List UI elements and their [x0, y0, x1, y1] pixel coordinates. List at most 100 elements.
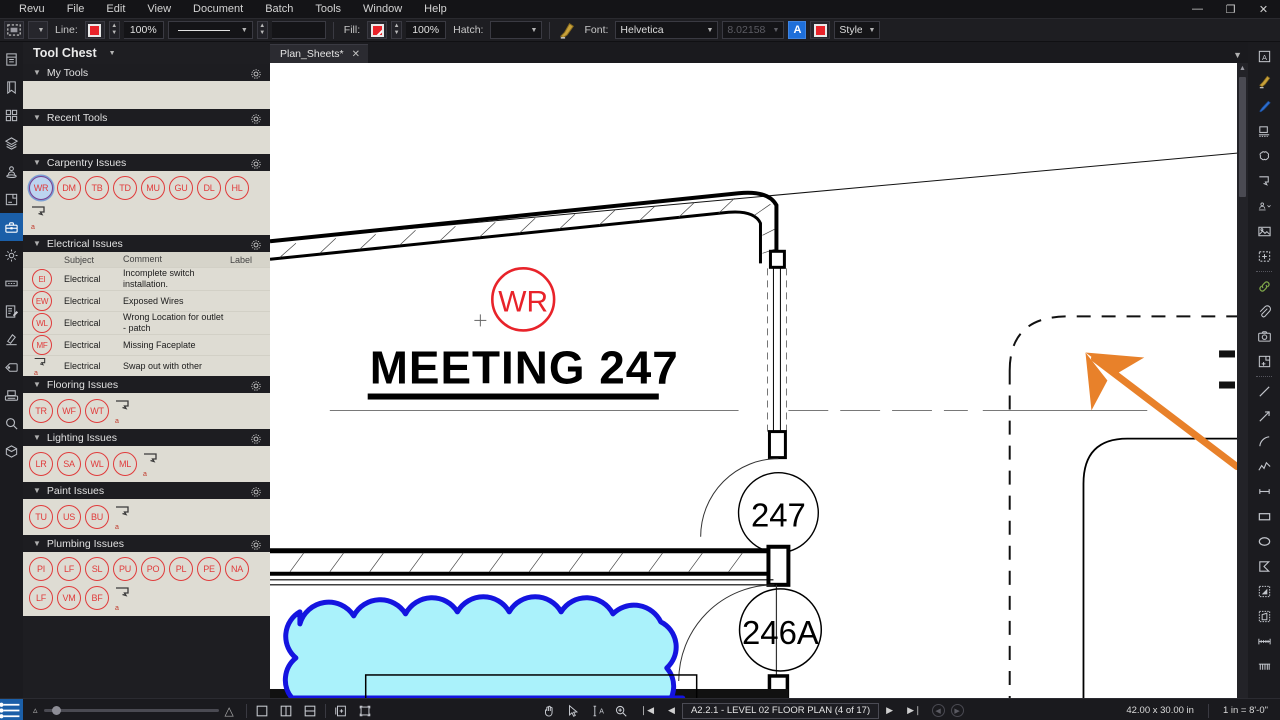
- stamp-tool[interactable]: PI: [29, 557, 53, 581]
- row-stamp-icon[interactable]: WL: [23, 313, 61, 333]
- stamp-tool[interactable]: MF: [32, 335, 52, 355]
- tags-icon[interactable]: [0, 353, 23, 381]
- polygon-tool-icon[interactable]: [1249, 554, 1279, 579]
- line-width-stepper[interactable]: ▲ ▼: [256, 21, 268, 39]
- area-measurement-icon[interactable]: [1249, 579, 1279, 604]
- stamp-tool[interactable]: HL: [225, 176, 249, 200]
- group-header-electrical-issues[interactable]: ▼ Electrical Issues: [23, 235, 270, 252]
- stamp-tool[interactable]: VM: [57, 586, 81, 610]
- menu-help[interactable]: Help: [413, 0, 458, 18]
- stamp-tool[interactable]: PU: [113, 557, 137, 581]
- stamp-tool[interactable]: TB: [85, 176, 109, 200]
- stamp-tool[interactable]: EW: [32, 291, 52, 311]
- chevron-down-icon[interactable]: ▼: [1233, 50, 1242, 60]
- flag-callout-tool-icon[interactable]: a: [32, 356, 52, 377]
- next-page-button[interactable]: ▶: [879, 705, 900, 716]
- fill-color-swatch[interactable]: [367, 21, 388, 39]
- group-header-paint-issues[interactable]: ▼ Paint Issues: [23, 482, 270, 499]
- scroll-up-icon[interactable]: ▲: [1239, 63, 1246, 75]
- group-body-carpentry-issues[interactable]: WR DM TB TD MU GU DL HL a: [23, 171, 270, 235]
- text-color-swatch[interactable]: [810, 21, 831, 39]
- split-horizontal-view-icon[interactable]: [298, 699, 322, 720]
- stamp-tool[interactable]: BU: [85, 505, 109, 529]
- gear-icon[interactable]: [250, 485, 262, 497]
- properties-panel-icon[interactable]: [0, 241, 23, 269]
- stamp-tool[interactable]: PE: [197, 557, 221, 581]
- stamp-tool[interactable]: WR: [29, 176, 53, 200]
- fill-opacity-stepper[interactable]: ▲ ▼: [391, 21, 403, 39]
- table-row[interactable]: WL Electrical Wrong Location for outlet …: [23, 311, 270, 334]
- stamp-tool[interactable]: LR: [29, 452, 53, 476]
- gear-icon[interactable]: [250, 379, 262, 391]
- group-header-my-tools[interactable]: ▼ My Tools: [23, 64, 270, 81]
- group-body-my-tools[interactable]: [23, 81, 270, 109]
- table-row[interactable]: MF Electrical Missing Faceplate: [23, 334, 270, 355]
- next-view-button[interactable]: ▶: [950, 704, 964, 717]
- line-opacity-stepper[interactable]: ▲ ▼: [108, 21, 120, 39]
- group-header-lighting-issues[interactable]: ▼ Lighting Issues: [23, 429, 270, 446]
- highlighter-tool-icon[interactable]: [1249, 69, 1279, 94]
- line-width-value[interactable]: [271, 21, 326, 39]
- line-opacity-value[interactable]: 100%: [123, 21, 164, 39]
- link-tool-icon[interactable]: [1249, 274, 1279, 299]
- stamp-tool[interactable]: US: [57, 505, 81, 529]
- stamp-tool[interactable]: GU: [169, 176, 193, 200]
- ellipse-tool-icon[interactable]: [1249, 529, 1279, 554]
- gear-icon[interactable]: [250, 238, 262, 250]
- panel-toggle-icon[interactable]: [0, 698, 23, 720]
- cloud-tool-icon[interactable]: [1249, 144, 1279, 169]
- image-tool-icon[interactable]: [1249, 219, 1279, 244]
- table-row[interactable]: EI Electrical Incomplete switch installa…: [23, 267, 270, 290]
- stamp-tool[interactable]: WF: [57, 399, 81, 423]
- stamp-tool[interactable]: DM: [57, 176, 81, 200]
- signature-icon[interactable]: [0, 325, 23, 353]
- stamp-tool[interactable]: WT: [85, 399, 109, 423]
- pen-tool-icon[interactable]: [1249, 94, 1279, 119]
- 3d-model-icon[interactable]: [0, 437, 23, 465]
- pan-tool-icon[interactable]: [537, 699, 561, 720]
- table-row[interactable]: a Electrical Swap out with other: [23, 355, 270, 377]
- font-family-dropdown[interactable]: Helvetica ▼: [615, 21, 719, 39]
- grid-panel-icon[interactable]: [0, 101, 23, 129]
- rectangle-tool-icon[interactable]: [1249, 504, 1279, 529]
- stamp-tool[interactable]: SL: [85, 557, 109, 581]
- row-stamp-icon[interactable]: EW: [23, 291, 61, 311]
- tool-chest-dropdown-icon[interactable]: ▼: [109, 50, 116, 57]
- group-body-lighting-issues[interactable]: LR SA WL ML a: [23, 446, 270, 482]
- arc-tool-icon[interactable]: [1249, 429, 1279, 454]
- first-page-button[interactable]: ❘◀: [633, 705, 661, 716]
- menu-document[interactable]: Document: [182, 0, 254, 18]
- scanner-icon[interactable]: [0, 381, 23, 409]
- stamp-tool[interactable]: PL: [169, 557, 193, 581]
- scrollbar-thumb[interactable]: [1239, 77, 1246, 197]
- stamp-tool[interactable]: NA: [225, 557, 249, 581]
- group-header-recent-tools[interactable]: ▼ Recent Tools: [23, 109, 270, 126]
- document-tab[interactable]: Plan_Sheets* ✕: [270, 44, 369, 63]
- select-tool-icon[interactable]: [561, 699, 585, 720]
- menu-batch[interactable]: Batch: [254, 0, 304, 18]
- fill-opacity-value[interactable]: 100%: [406, 21, 447, 39]
- group-body-flooring-issues[interactable]: TR WF WT a: [23, 393, 270, 429]
- close-icon[interactable]: ✕: [352, 49, 360, 60]
- page-indicator[interactable]: A2.2.1 - LEVEL 02 FLOOR PLAN (4 of 17): [681, 702, 880, 719]
- hatch-dropdown[interactable]: ▼: [490, 21, 543, 39]
- text-autosize-icon[interactable]: A: [788, 21, 807, 39]
- highlighter-icon[interactable]: [557, 21, 577, 39]
- dimension-tool-icon[interactable]: [1249, 479, 1279, 504]
- group-header-carpentry-issues[interactable]: ▼ Carpentry Issues: [23, 154, 270, 171]
- text-box-tool-icon[interactable]: A: [1249, 44, 1279, 69]
- stamp-tool[interactable]: LF: [57, 557, 81, 581]
- group-header-flooring-issues[interactable]: ▼ Flooring Issues: [23, 376, 270, 393]
- text-select-icon[interactable]: A: [585, 699, 609, 720]
- last-page-button[interactable]: ▶❘: [900, 705, 928, 716]
- callout-tool-icon[interactable]: [1249, 169, 1279, 194]
- flag-callout-tool-icon[interactable]: a: [29, 204, 53, 231]
- stamp-tool[interactable]: PO: [141, 557, 165, 581]
- pdf-canvas[interactable]: MEETING 247 WR 247 246A: [270, 63, 1237, 698]
- arrow-tool-icon[interactable]: [1249, 404, 1279, 429]
- stamp-tool[interactable]: DL: [197, 176, 221, 200]
- menu-revu[interactable]: Revu: [8, 0, 56, 18]
- stamp-dropdown-icon[interactable]: [1249, 194, 1279, 219]
- bookmarks-panel-icon[interactable]: [0, 73, 23, 101]
- gear-icon[interactable]: [250, 538, 262, 550]
